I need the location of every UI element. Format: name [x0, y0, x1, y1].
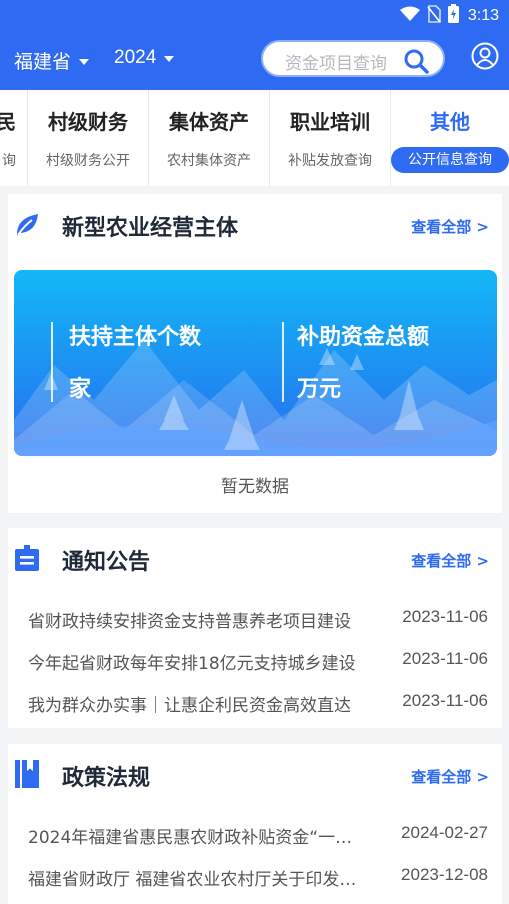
card-title: 新型农业经营主体: [62, 216, 239, 241]
notice-date: 2023-11-06: [402, 607, 488, 626]
no-sim-icon: [427, 4, 441, 27]
stat-subsidy-total: 补助资金总额 万元: [297, 312, 429, 416]
tab-subtitle: 补贴发放查询: [288, 153, 372, 169]
search-placeholder: 资金项目查询: [285, 54, 387, 74]
stat2-divider: [282, 322, 284, 402]
tab-title: 民: [0, 110, 16, 134]
battery-icon: [447, 4, 459, 27]
view-all-link[interactable]: 查看全部 >: [411, 766, 489, 787]
tab-title: 集体资产: [169, 110, 249, 134]
card-title: 通知公告: [62, 550, 151, 575]
tab-vocational-training[interactable]: 职业培训 补贴发放查询: [269, 90, 390, 186]
tab-subtitle: 询: [2, 153, 16, 169]
subject-card: 新型农业经营主体 查看全部 > 扶持主体个数 家 补助资金总额 万元 暂无数据: [8, 194, 502, 513]
stats-banner: 扶持主体个数 家 补助资金总额 万元: [14, 270, 497, 456]
tab-other[interactable]: 其他 公开信息查询: [390, 90, 509, 186]
chevron-down-icon: [164, 56, 175, 62]
user-icon[interactable]: [471, 42, 499, 74]
notice-icon: [14, 544, 40, 576]
notice-date: 2023-11-06: [402, 649, 488, 668]
stat-supported-entities: 扶持主体个数 家: [69, 312, 201, 416]
notice-title: 今年起省财政每年安排18亿元支持城乡建设: [28, 654, 356, 674]
stat1-divider: [51, 322, 53, 402]
tab-village-finance[interactable]: 村级财务 村级财务公开: [27, 90, 148, 186]
stat2-label: 补助资金总额: [297, 325, 430, 350]
notice-title: 我为群众办实事｜让惠企利民资金高效直达: [28, 696, 351, 716]
card-header: 政策法规 查看全部 >: [8, 744, 502, 804]
wifi-icon: [399, 6, 420, 26]
leaf-icon: [14, 212, 40, 242]
chevron-down-icon: [79, 58, 90, 65]
notice-card: 通知公告 查看全部 > 省财政持续安排资金支持普惠养老项目建设 2023-11-…: [8, 528, 502, 728]
stat1-unit: 家: [69, 377, 92, 402]
year-selector[interactable]: 2024: [114, 47, 175, 69]
stat2-unit: 万元: [297, 377, 342, 402]
app-header: 福建省 2024 资金项目查询: [0, 30, 509, 90]
stat1-label: 扶持主体个数: [69, 325, 202, 350]
tab-subtitle: 村级财务公开: [46, 153, 130, 169]
policy-item[interactable]: 福建省财政厅 福建省农业农村厅关于印发通知 2023-12-08: [28, 865, 488, 891]
tab-title: 村级财务: [48, 110, 128, 134]
notice-date: 2023-11-06: [402, 691, 488, 710]
card-header: 新型农业经营主体 查看全部 >: [8, 194, 502, 254]
search-icon[interactable]: [403, 48, 429, 78]
policy-card: 政策法规 查看全部 > 2024年福建省惠民惠农财政补贴资金“一卡通” 2024…: [8, 744, 502, 904]
view-all-link[interactable]: 查看全部 >: [411, 216, 489, 237]
tab-partial[interactable]: 民 询: [0, 90, 16, 186]
notice-title: 省财政持续安排资金支持普惠养老项目建设: [28, 612, 351, 632]
category-tabs: 民 询 村级财务 村级财务公开 集体资产 农村集体资产 职业培训 补贴发放查询 …: [0, 90, 509, 186]
status-bar: 3:13: [0, 0, 509, 30]
card-title: 政策法规: [62, 766, 151, 791]
empty-state: 暂无数据: [221, 477, 289, 497]
province-selector[interactable]: 福建省: [14, 47, 90, 74]
tab-subtitle: 公开信息查询: [391, 147, 509, 173]
search-input[interactable]: 资金项目查询: [261, 40, 445, 77]
policy-date: 2024-02-27: [401, 823, 488, 842]
notice-item[interactable]: 省财政持续安排资金支持普惠养老项目建设 2023-11-06: [28, 607, 488, 633]
tab-title: 职业培训: [290, 110, 370, 134]
policy-title: 2024年福建省惠民惠农财政补贴资金“一卡通”: [28, 828, 364, 848]
policy-title: 福建省财政厅 福建省农业农村厅关于印发通知: [28, 870, 364, 890]
tab-title: 其他: [430, 110, 470, 134]
card-header: 通知公告 查看全部 >: [8, 528, 502, 588]
clock: 3:13: [467, 6, 499, 24]
policy-date: 2023-12-08: [401, 865, 488, 884]
notice-item[interactable]: 我为群众办实事｜让惠企利民资金高效直达 2023-11-06: [28, 691, 488, 717]
book-icon: [14, 759, 40, 793]
year-label: 2024: [114, 47, 157, 68]
notice-item[interactable]: 今年起省财政每年安排18亿元支持城乡建设 2023-11-06: [28, 649, 488, 675]
policy-item[interactable]: 2024年福建省惠民惠农财政补贴资金“一卡通” 2024-02-27: [28, 823, 488, 849]
view-all-link[interactable]: 查看全部 >: [411, 550, 489, 571]
tab-collective-assets[interactable]: 集体资产 农村集体资产: [148, 90, 269, 186]
tab-subtitle: 农村集体资产: [167, 153, 251, 169]
province-label: 福建省: [14, 51, 72, 73]
